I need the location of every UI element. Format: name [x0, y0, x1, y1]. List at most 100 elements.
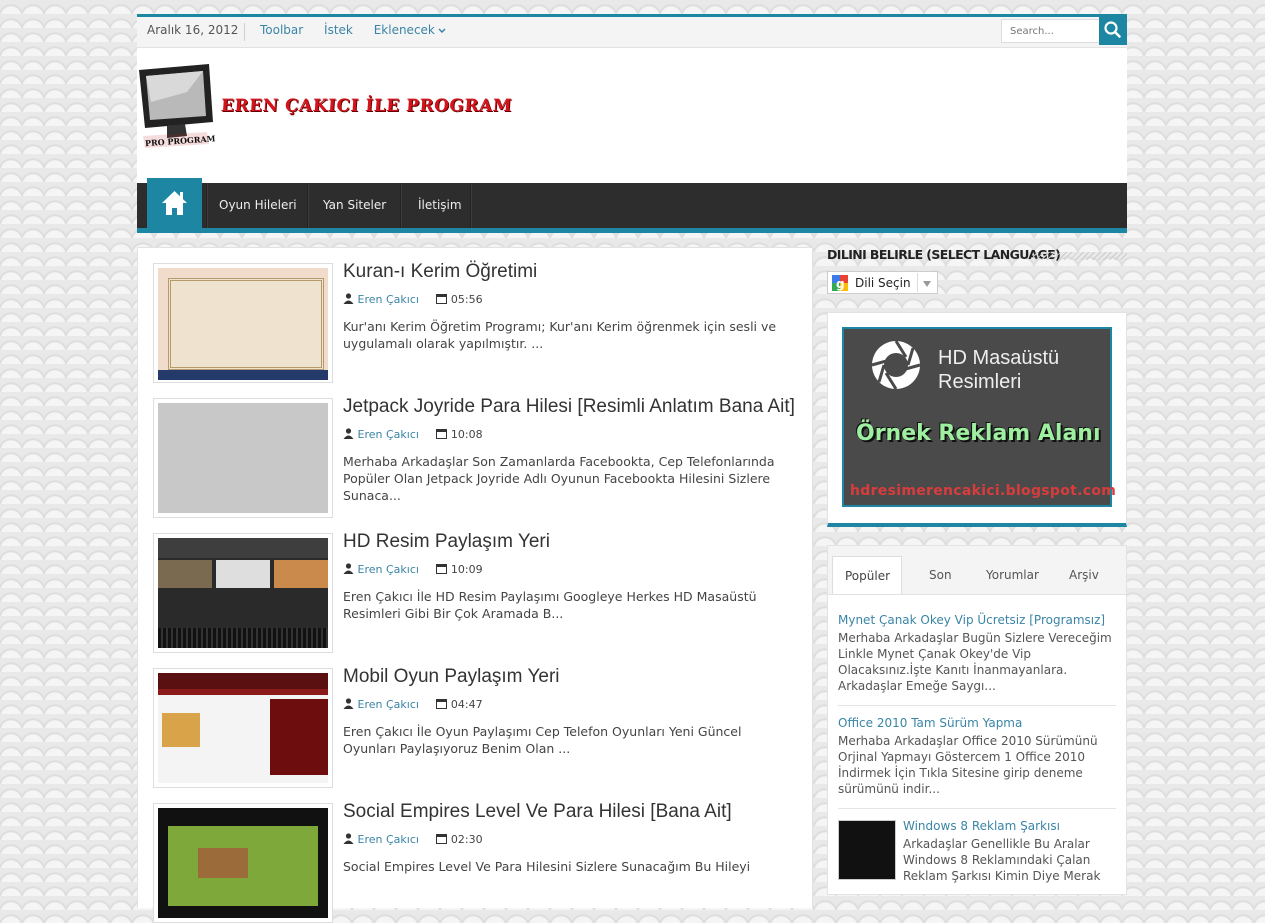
tab-yorumlar[interactable]: Yorumlar — [986, 568, 1039, 582]
post-list: Kuran-ı Kerim Öğretimi Eren Çakıcı 05:56… — [137, 247, 813, 923]
post-time: 05:56 — [450, 293, 483, 306]
post-author[interactable]: Eren Çakıcı — [358, 563, 419, 576]
post-thumbnail[interactable] — [153, 398, 333, 518]
tab-son[interactable]: Son — [929, 568, 952, 582]
post-thumbnail[interactable] — [153, 668, 333, 788]
top-bar: Aralık 16, 2012 Toolbar İstek Eklenecek — [137, 14, 1127, 48]
top-nav-eklenecek-label: Eklenecek — [373, 23, 435, 37]
popular-item-desc: Arkadaşlar Genellikle Bu Aralar Windows … — [903, 837, 1101, 883]
post-meta: Eren Çakıcı 02:30 — [343, 833, 483, 846]
site-header: PRO PROGRAM EREN ÇAKICI İLE PROGRAM — [137, 48, 1127, 183]
post-excerpt: Kur'anı Kerim Öğretim Programı; Kur'anı … — [343, 319, 777, 351]
popular-item: Windows 8 Reklam Şarkısı Arkadaşlar Gene… — [838, 818, 1116, 884]
top-nav: Toolbar İstek Eklenecek — [260, 23, 463, 37]
calendar-icon — [436, 834, 448, 844]
search-box — [1001, 15, 1127, 46]
top-nav-istek[interactable]: İstek — [324, 23, 353, 37]
tab-arsiv[interactable]: Arşiv — [1069, 568, 1099, 582]
post-thumbnail[interactable] — [153, 263, 333, 383]
post-time: 10:08 — [450, 428, 483, 441]
post-time: 04:47 — [450, 698, 483, 711]
post-title[interactable]: Kuran-ı Kerim Öğretimi — [343, 261, 537, 283]
post-author[interactable]: Eren Çakıcı — [358, 293, 419, 306]
site-logo[interactable]: PRO PROGRAM — [137, 62, 217, 152]
popular-item: Mynet Çanak Okey Vip Ücretsiz [Programsı… — [838, 612, 1116, 694]
language-widget-title: DILINI BELIRLE (SELECT LANGUAGE) — [827, 247, 1061, 262]
ad-line1: HD Masaüstü — [938, 347, 1060, 369]
post-title[interactable]: HD Resim Paylaşım Yeri — [343, 531, 550, 553]
post-title[interactable]: Mobil Oyun Paylaşım Yeri — [343, 666, 560, 688]
divider — [917, 273, 918, 292]
post-meta: Eren Çakıcı 05:56 — [343, 293, 483, 306]
language-select-value: Dili Seçin — [855, 276, 911, 290]
nav-divider — [206, 183, 208, 228]
tab-bar: Popüler Son Yorumlar Arşiv — [828, 546, 1126, 595]
nav-yan-siteler[interactable]: Yan Siteler — [323, 198, 386, 212]
nav-oyun-hileleri[interactable]: Oyun Hileleri — [219, 198, 297, 212]
post-item: HD Resim Paylaşım Yeri Eren Çakıcı 10:09… — [153, 531, 798, 653]
post-title[interactable]: Jetpack Joyride Para Hilesi [Resimli Anl… — [343, 396, 795, 418]
popular-item-thumbnail[interactable] — [838, 820, 896, 880]
search-button[interactable] — [1099, 15, 1127, 45]
popular-item-title[interactable]: Mynet Çanak Okey Vip Ücretsiz [Programsı… — [838, 612, 1116, 628]
ad-banner[interactable]: HD Masaüstü Resimleri Örnek Reklam Alanı… — [842, 327, 1116, 507]
home-icon — [162, 191, 187, 215]
post-author[interactable]: Eren Çakıcı — [358, 833, 419, 846]
user-icon — [343, 563, 354, 574]
user-icon — [343, 698, 354, 709]
post-excerpt: Eren Çakıcı İle HD Resim Paylaşımı Googl… — [343, 589, 757, 621]
dropdown-arrow-icon — [923, 281, 931, 287]
calendar-icon — [436, 294, 448, 304]
ad-widget: HD Masaüstü Resimleri Örnek Reklam Alanı… — [827, 312, 1127, 527]
post-excerpt: Eren Çakıcı İle Oyun Paylaşımı Cep Telef… — [343, 724, 742, 756]
search-input[interactable] — [1001, 19, 1100, 43]
divider — [838, 705, 1116, 706]
nav-divider — [400, 183, 402, 228]
title-decoration — [1033, 252, 1127, 260]
divider — [244, 23, 245, 41]
ad-line2: Resimleri — [938, 371, 1022, 393]
page-wrapper: Aralık 16, 2012 Toolbar İstek Eklenecek … — [137, 14, 1127, 923]
popular-item: Office 2010 Tam Sürüm Yapma Merhaba Arka… — [838, 715, 1116, 797]
popular-item-title[interactable]: Windows 8 Reklam Şarkısı — [903, 818, 1116, 834]
tab-populer[interactable]: Popüler — [832, 556, 902, 594]
post-meta: Eren Çakıcı 10:08 — [343, 428, 483, 441]
post-item: Mobil Oyun Paylaşım Yeri Eren Çakıcı 04:… — [153, 666, 798, 788]
post-excerpt: Merhaba Arkadaşlar Son Zamanlarda Facebo… — [343, 454, 775, 503]
post-meta: Eren Çakıcı 04:47 — [343, 698, 483, 711]
svg-text:g: g — [836, 277, 845, 291]
post-time: 10:09 — [450, 563, 483, 576]
chevron-down-icon — [438, 28, 446, 34]
language-select[interactable]: g Dili Seçin — [827, 271, 938, 294]
user-icon — [343, 293, 354, 304]
ad-banner-text: Örnek Reklam Alanı — [856, 421, 1101, 446]
home-button[interactable] — [147, 178, 202, 228]
camera-shutter-icon — [871, 340, 921, 390]
nav-divider — [307, 183, 309, 228]
site-title[interactable]: EREN ÇAKICI İLE PROGRAM — [220, 96, 512, 116]
calendar-icon — [436, 564, 448, 574]
post-excerpt: Social Empires Level Ve Para Hilesini Si… — [343, 859, 751, 874]
post-author[interactable]: Eren Çakıcı — [358, 428, 419, 441]
user-icon — [343, 833, 354, 844]
popular-item-desc: Merhaba Arkadaşlar Office 2010 Sürümünü … — [838, 734, 1098, 796]
google-icon: g — [832, 275, 848, 291]
post-time: 02:30 — [450, 833, 483, 846]
post-meta: Eren Çakıcı 10:09 — [343, 563, 483, 576]
nav-iletisim[interactable]: İletişim — [418, 198, 462, 212]
post-author[interactable]: Eren Çakıcı — [358, 698, 419, 711]
calendar-icon — [436, 699, 448, 709]
ad-url: hdresimerencakici.blogspot.com — [850, 483, 1117, 499]
top-nav-eklenecek[interactable]: Eklenecek — [374, 23, 446, 37]
top-nav-toolbar[interactable]: Toolbar — [260, 23, 303, 37]
current-date: Aralık 16, 2012 — [147, 23, 239, 37]
popular-item-desc: Merhaba Arkadaşlar Bugün Sizlere Vereceğ… — [838, 631, 1112, 693]
post-item: Jetpack Joyride Para Hilesi [Resimli Anl… — [153, 396, 798, 518]
post-title[interactable]: Social Empires Level Ve Para Hilesi [Ban… — [343, 801, 732, 823]
post-item: Social Empires Level Ve Para Hilesi [Ban… — [153, 801, 798, 923]
post-thumbnail[interactable] — [153, 533, 333, 653]
nav-divider — [470, 183, 472, 228]
calendar-icon — [436, 429, 448, 439]
post-thumbnail[interactable] — [153, 803, 333, 923]
popular-item-title[interactable]: Office 2010 Tam Sürüm Yapma — [838, 715, 1116, 731]
